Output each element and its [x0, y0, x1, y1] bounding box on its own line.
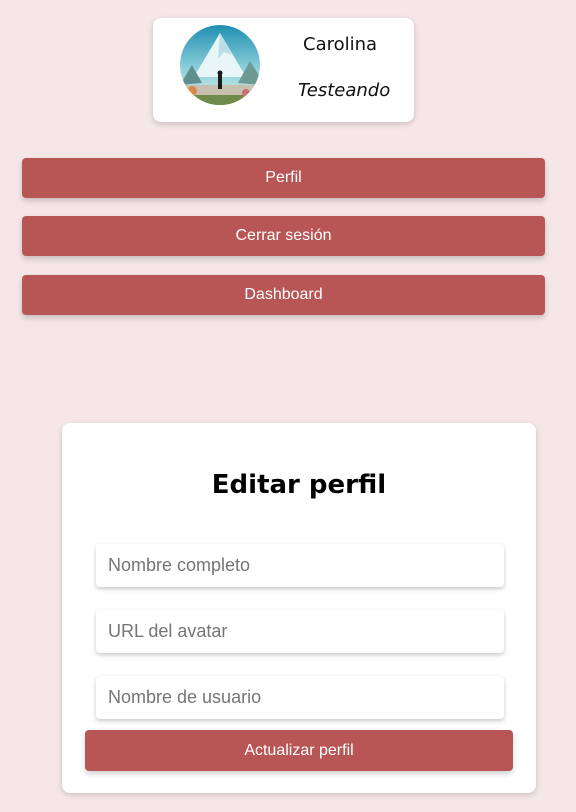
- edit-profile-title: Editar perfil: [211, 470, 387, 500]
- dashboard-button[interactable]: Dashboard: [22, 275, 545, 315]
- avatar: [180, 25, 260, 105]
- username-input[interactable]: [96, 676, 504, 719]
- page: Carolina Testeando Perfil Cerrar sesión …: [0, 0, 576, 812]
- edit-profile-form: Editar perfil Actualizar perfil: [62, 423, 536, 793]
- profile-name: Carolina: [303, 34, 378, 55]
- profile-button[interactable]: Perfil: [22, 158, 545, 198]
- avatar-image: [180, 25, 260, 105]
- logout-button[interactable]: Cerrar sesión: [22, 216, 545, 256]
- update-profile-button[interactable]: Actualizar perfil: [85, 730, 513, 771]
- profile-status: Testeando: [298, 80, 391, 101]
- profile-card: Carolina Testeando: [153, 18, 414, 122]
- avatar-url-input[interactable]: [96, 610, 504, 653]
- full-name-input[interactable]: [96, 544, 504, 587]
